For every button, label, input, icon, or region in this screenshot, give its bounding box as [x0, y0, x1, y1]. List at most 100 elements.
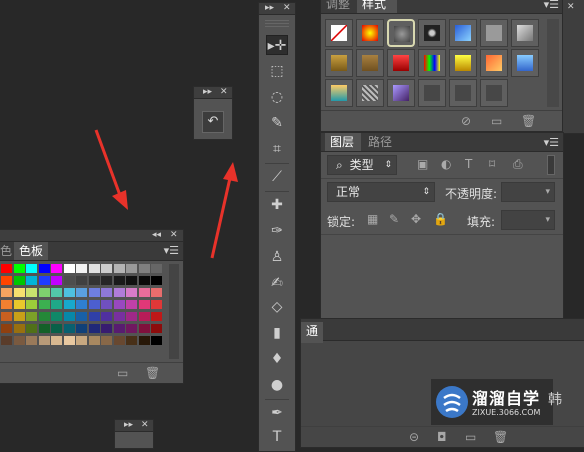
color-swatch[interactable]	[13, 312, 25, 321]
color-swatch[interactable]	[76, 288, 87, 297]
color-swatch[interactable]	[113, 300, 125, 309]
color-swatch[interactable]	[76, 312, 87, 321]
color-swatch[interactable]	[126, 324, 137, 333]
style-blue-glass-thumbnail[interactable]	[449, 19, 477, 47]
color-swatch[interactable]	[51, 276, 62, 285]
close-icon[interactable]: ✕	[170, 229, 178, 241]
color-swatch[interactable]	[76, 300, 87, 309]
filter-type-icon[interactable]: T	[465, 157, 472, 171]
color-swatch[interactable]	[13, 276, 25, 285]
color-swatch[interactable]	[63, 312, 75, 321]
history-dragbar[interactable]: ▸▸ ✕	[194, 87, 232, 99]
color-swatch[interactable]	[63, 300, 75, 309]
color-swatch[interactable]	[138, 264, 150, 273]
mini-dragbar[interactable]: ▸▸ ✕	[115, 420, 153, 432]
color-swatch[interactable]	[88, 336, 100, 345]
color-swatch[interactable]	[13, 324, 25, 333]
filter-adjust-icon[interactable]: ◐	[441, 157, 451, 171]
color-swatch[interactable]	[138, 324, 150, 333]
trash-icon[interactable]: 🗑	[145, 366, 160, 380]
color-swatch[interactable]	[63, 336, 75, 345]
color-swatch[interactable]	[63, 264, 75, 273]
healing-brush-tool-icon[interactable]: ✚	[266, 195, 288, 215]
color-swatch[interactable]	[1, 300, 12, 309]
color-swatch[interactable]	[88, 288, 100, 297]
style-red-thumbnail[interactable]	[387, 49, 415, 77]
color-swatch[interactable]	[1, 276, 12, 285]
style-rainbow-thumbnail[interactable]	[418, 49, 446, 77]
tab-channels[interactable]: 通	[301, 322, 324, 343]
close-icon[interactable]: ✕	[141, 419, 149, 431]
lock-position-icon[interactable]: ✥	[411, 212, 421, 226]
color-swatch[interactable]	[1, 324, 12, 333]
color-swatch[interactable]	[13, 336, 25, 345]
color-swatch[interactable]	[126, 336, 137, 345]
color-swatch[interactable]	[101, 276, 112, 285]
color-swatch[interactable]	[26, 324, 37, 333]
pen-tool-icon[interactable]: ✒	[266, 403, 288, 423]
color-swatch[interactable]	[138, 288, 150, 297]
color-swatch[interactable]	[38, 324, 50, 333]
color-swatch[interactable]	[26, 276, 37, 285]
style-gold-thumbnail[interactable]	[325, 49, 353, 77]
color-swatch[interactable]	[51, 288, 62, 297]
tab-paths[interactable]: 路径	[363, 133, 397, 151]
style-sunset-thumbnail[interactable]	[480, 49, 508, 77]
brush-tool-icon[interactable]: ✑	[266, 221, 288, 241]
color-swatch[interactable]	[113, 276, 125, 285]
color-swatch[interactable]	[138, 312, 150, 321]
color-swatch[interactable]	[38, 264, 50, 273]
new-style-icon[interactable]: ▭	[491, 114, 502, 128]
swatches-dragbar[interactable]: ◂◂ ✕	[0, 230, 183, 242]
color-swatch[interactable]	[126, 312, 137, 321]
style-yellow-thumbnail[interactable]	[449, 49, 477, 77]
color-swatch[interactable]	[26, 300, 37, 309]
opacity-input[interactable]: ▾	[501, 182, 555, 202]
color-swatch[interactable]	[151, 324, 162, 333]
color-swatch[interactable]	[101, 288, 112, 297]
color-swatch[interactable]	[138, 300, 150, 309]
style-gray-thumbnail[interactable]	[480, 19, 508, 47]
panel-menu-icon[interactable]: ▾☰	[544, 0, 559, 11]
style-texture-thumbnail[interactable]	[356, 79, 384, 107]
new-channel-icon[interactable]: ▭	[465, 430, 476, 444]
move-tool-icon[interactable]: ▸✛	[266, 35, 288, 55]
tab-adjustments[interactable]: 调整	[321, 0, 355, 13]
color-swatch[interactable]	[151, 276, 162, 285]
layer-filter-dropdown[interactable]: ⌕ 类型 ⇕	[327, 155, 397, 175]
fill-input[interactable]: ▾	[501, 210, 555, 230]
blur-tool-icon[interactable]: ♦	[266, 349, 288, 369]
tab-swatches[interactable]: 色板	[14, 242, 48, 260]
color-swatch[interactable]	[113, 336, 125, 345]
new-swatch-icon[interactable]: ▭	[117, 366, 128, 380]
style-silver-thumbnail[interactable]	[511, 19, 539, 47]
tools-grip[interactable]	[265, 19, 289, 27]
color-swatch[interactable]	[151, 336, 162, 345]
crop-tool-icon[interactable]: ⌗	[266, 139, 288, 159]
lock-all-icon[interactable]: 🔒	[433, 212, 448, 226]
close-icon[interactable]: ✕	[283, 2, 291, 14]
collapse-icon[interactable]: ▸▸	[203, 86, 212, 98]
color-swatch[interactable]	[26, 312, 37, 321]
color-swatch[interactable]	[1, 336, 12, 345]
color-swatch[interactable]	[138, 276, 150, 285]
color-swatch[interactable]	[76, 264, 87, 273]
color-swatch[interactable]	[151, 300, 162, 309]
collapse-icon[interactable]: ▸▸	[124, 419, 133, 431]
color-swatch[interactable]	[113, 324, 125, 333]
history-brush-tool-icon[interactable]: ✍	[266, 273, 288, 293]
load-selection-icon[interactable]: ⊝	[409, 430, 419, 444]
color-swatch[interactable]	[151, 312, 162, 321]
color-swatch[interactable]	[38, 336, 50, 345]
blend-mode-dropdown[interactable]: 正常 ⇕	[327, 182, 435, 202]
style-empty-thumbnail[interactable]	[480, 79, 508, 107]
color-swatch[interactable]	[38, 312, 50, 321]
color-swatch[interactable]	[88, 312, 100, 321]
lock-pixels-icon[interactable]: ✎	[389, 212, 399, 226]
color-swatch[interactable]	[76, 336, 87, 345]
color-swatch[interactable]	[88, 276, 100, 285]
filter-pixel-icon[interactable]: ▣	[417, 157, 428, 171]
dodge-tool-icon[interactable]: ●	[266, 375, 288, 395]
tools-dragbar[interactable]: ▸▸ ✕	[259, 3, 295, 15]
color-swatch[interactable]	[113, 312, 125, 321]
